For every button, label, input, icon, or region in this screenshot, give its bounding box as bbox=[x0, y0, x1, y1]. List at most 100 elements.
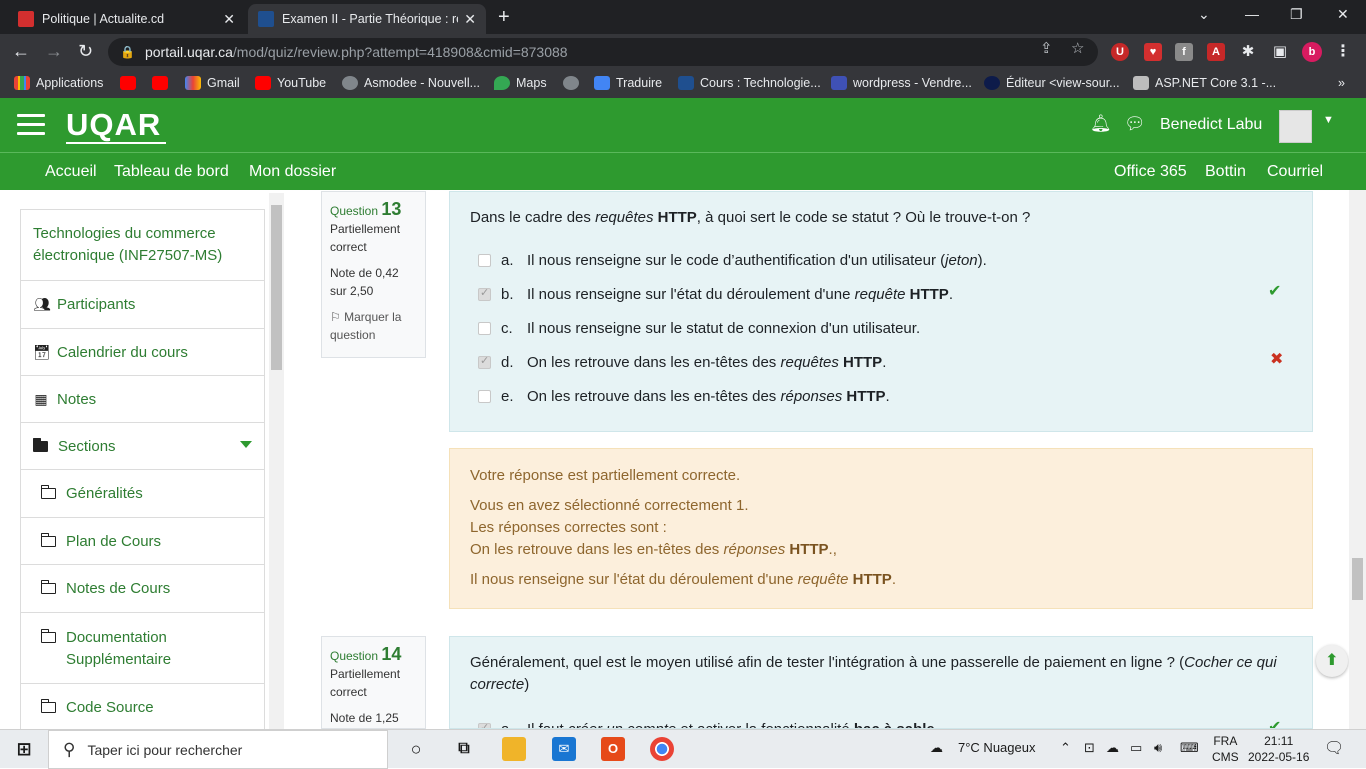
nav-calendrier[interactable]: 📅︎ Calendrier du cours bbox=[20, 328, 265, 375]
notifications-icon[interactable]: 🗨︎ bbox=[1324, 738, 1344, 758]
page-scrollbar[interactable] bbox=[1349, 190, 1366, 729]
tray-app-icon[interactable]: ⊡ bbox=[1084, 740, 1095, 756]
taskbar-search-input[interactable]: ⚲ Taper ici pour rechercher bbox=[48, 730, 388, 769]
battery-icon[interactable]: ▭ bbox=[1130, 740, 1142, 756]
address-bar[interactable]: 🔒 portail.uqar.ca/mod/quiz/review.php?at… bbox=[108, 38, 1098, 66]
bookmark-youtube-b[interactable] bbox=[152, 76, 174, 90]
question-13-content: Dans le cadre des requêtes HTTP, à quoi … bbox=[449, 191, 1313, 432]
close-tab-icon[interactable]: ✕ bbox=[464, 11, 476, 28]
volume-icon[interactable]: 🔊︎ bbox=[1154, 740, 1162, 756]
pdf-extension-icon[interactable]: A bbox=[1207, 43, 1225, 61]
chrome-icon[interactable] bbox=[650, 737, 674, 761]
caret-down-icon[interactable] bbox=[240, 441, 252, 448]
back-icon[interactable]: ← bbox=[12, 41, 30, 62]
flag-question[interactable]: ⚐ Marquer la question bbox=[330, 308, 417, 344]
bookmarks-overflow[interactable]: » bbox=[1338, 76, 1345, 90]
profile-avatar[interactable]: b bbox=[1302, 42, 1322, 62]
scrollbar-thumb[interactable] bbox=[271, 205, 282, 370]
nav-office-365[interactable]: Office 365 bbox=[1114, 163, 1187, 181]
windows-start-icon[interactable]: ⊞ bbox=[12, 737, 36, 761]
course-title-link[interactable]: Technologies du commerce électronique (I… bbox=[20, 209, 265, 280]
file-explorer-icon[interactable] bbox=[502, 737, 526, 761]
nav-tableau-de-bord[interactable]: Tableau de bord bbox=[114, 163, 229, 181]
close-window-icon[interactable]: ✕ bbox=[1337, 6, 1349, 23]
close-tab-icon[interactable]: ✕ bbox=[223, 11, 235, 28]
new-tab-icon[interactable]: + bbox=[498, 6, 510, 29]
bookmark-globe[interactable] bbox=[563, 76, 585, 90]
nav-bottin[interactable]: Bottin bbox=[1205, 163, 1246, 181]
facebook-extension-icon[interactable]: f bbox=[1175, 43, 1193, 61]
answer-checkbox[interactable] bbox=[478, 253, 491, 267]
bookmark-traduire[interactable]: Traduire bbox=[594, 76, 662, 90]
extensions-puzzle-icon[interactable]: ✱ bbox=[1239, 43, 1257, 61]
answer-checkbox[interactable] bbox=[478, 354, 491, 369]
bookmark-cours[interactable]: Cours : Technologie... bbox=[678, 76, 821, 90]
bookmark-editeur[interactable]: Éditeur <view-sour... bbox=[984, 76, 1120, 90]
answer-option-e[interactable]: e. On les retrouve dans les en-têtes des… bbox=[478, 386, 890, 406]
nav-sections[interactable]: Sections bbox=[20, 422, 265, 469]
answer-option-d[interactable]: d. On les retrouve dans les en-têtes des… bbox=[478, 352, 886, 372]
cortana-circle-icon[interactable]: ○ bbox=[404, 737, 428, 761]
menu-kebab-icon[interactable]: ⋮ bbox=[1334, 43, 1352, 61]
nav-mon-dossier[interactable]: Mon dossier bbox=[249, 163, 336, 181]
bell-icon[interactable]: 🔔︎ bbox=[1090, 114, 1112, 134]
nav-courriel[interactable]: Courriel bbox=[1267, 163, 1323, 181]
minimize-icon[interactable]: — bbox=[1245, 6, 1259, 22]
section-plan-de-cours[interactable]: Plan de Cours bbox=[20, 517, 265, 564]
answer-option-a[interactable]: a. Il faut créer un compte et activer la… bbox=[478, 719, 939, 728]
answer-checkbox[interactable] bbox=[478, 286, 491, 301]
bookmark-asmodee[interactable]: Asmodee - Nouvell... bbox=[342, 76, 480, 90]
uqar-logo[interactable]: UQAR bbox=[66, 107, 161, 143]
pocket-extension-icon[interactable]: ♥ bbox=[1144, 43, 1162, 61]
onedrive-icon[interactable]: ☁ bbox=[1106, 740, 1119, 756]
user-name[interactable]: Benedict Labu bbox=[1160, 116, 1262, 134]
section-generalites[interactable]: Généralités bbox=[20, 469, 265, 517]
input-language[interactable]: FRA CMS bbox=[1212, 733, 1239, 765]
share-icon[interactable]: ⇪ bbox=[1040, 39, 1053, 57]
bookmark-maps[interactable]: Maps bbox=[494, 76, 547, 90]
caret-down-icon[interactable]: ▼ bbox=[1323, 114, 1334, 126]
answer-option-c[interactable]: c. Il nous renseigne sur le statut de co… bbox=[478, 318, 920, 338]
answer-option-a[interactable]: a. Il nous renseigne sur le code d’authe… bbox=[478, 250, 987, 270]
bookmark-gmail[interactable]: Gmail bbox=[185, 76, 240, 90]
answer-option-b[interactable]: b. Il nous renseigne sur l'état du dérou… bbox=[478, 284, 953, 304]
bookmark-aspnet[interactable]: ASP.NET Core 3.1 -... bbox=[1133, 76, 1276, 90]
keyboard-icon[interactable]: ⌨ bbox=[1180, 740, 1199, 756]
avatar[interactable] bbox=[1279, 110, 1312, 143]
feedback-text-part: Il nous renseigne sur l'état du déroulem… bbox=[470, 571, 798, 588]
scrollbar-thumb[interactable] bbox=[1352, 558, 1363, 600]
tab-actualite[interactable]: Politique | Actualite.cd ✕ bbox=[8, 4, 245, 34]
back-to-top-button[interactable]: ⬆ bbox=[1316, 645, 1348, 677]
clock[interactable]: 21:11 2022-05-16 bbox=[1248, 733, 1309, 765]
side-panel-icon[interactable]: ▣ bbox=[1271, 43, 1289, 61]
ublock-extension-icon[interactable]: U bbox=[1111, 43, 1129, 61]
office-icon[interactable]: O bbox=[601, 737, 625, 761]
restore-icon[interactable]: ❐ bbox=[1290, 6, 1303, 23]
forward-icon[interactable]: → bbox=[45, 41, 63, 62]
hamburger-menu-icon[interactable] bbox=[17, 114, 45, 141]
bookmark-youtube-a[interactable] bbox=[120, 76, 142, 90]
nav-participants[interactable]: 👥︎ Participants bbox=[20, 280, 265, 328]
answer-letter: a. bbox=[501, 251, 514, 269]
tab-examen[interactable]: Examen II - Partie Théorique : relect ✕ bbox=[248, 4, 486, 34]
answer-text: Il nous renseigne sur l'état du déroulem… bbox=[527, 286, 953, 303]
section-notes-de-cours[interactable]: Notes de Cours bbox=[20, 564, 265, 612]
answer-checkbox[interactable] bbox=[478, 321, 491, 335]
nav-accueil[interactable]: Accueil bbox=[45, 163, 97, 181]
bookmark-youtube[interactable]: YouTube bbox=[255, 76, 326, 90]
answer-checkbox[interactable] bbox=[478, 389, 491, 403]
reload-icon[interactable]: ↻ bbox=[78, 41, 93, 62]
bookmark-wordpress[interactable]: wordpress - Vendre... bbox=[831, 76, 972, 90]
weather-text[interactable]: 7°C Nuageux bbox=[958, 740, 1035, 755]
chat-bubble-icon[interactable]: 💬︎ bbox=[1124, 114, 1146, 134]
left-panel-scrollbar[interactable] bbox=[269, 193, 284, 729]
task-view-icon[interactable]: ⧉ bbox=[452, 737, 476, 761]
bookmark-star-icon[interactable]: ☆ bbox=[1071, 39, 1084, 57]
section-documentation[interactable]: Documentation Supplémentaire bbox=[20, 612, 265, 683]
mail-icon[interactable]: ✉ bbox=[552, 737, 576, 761]
section-code-source[interactable]: Code Source bbox=[20, 683, 265, 729]
nav-notes[interactable]: ▦ Notes bbox=[20, 375, 265, 422]
bookmark-applications[interactable]: Applications bbox=[14, 76, 103, 90]
tray-chevron-up-icon[interactable]: ⌃ bbox=[1060, 740, 1071, 756]
tab-search-chevron-icon[interactable]: ⌄ bbox=[1198, 6, 1210, 23]
